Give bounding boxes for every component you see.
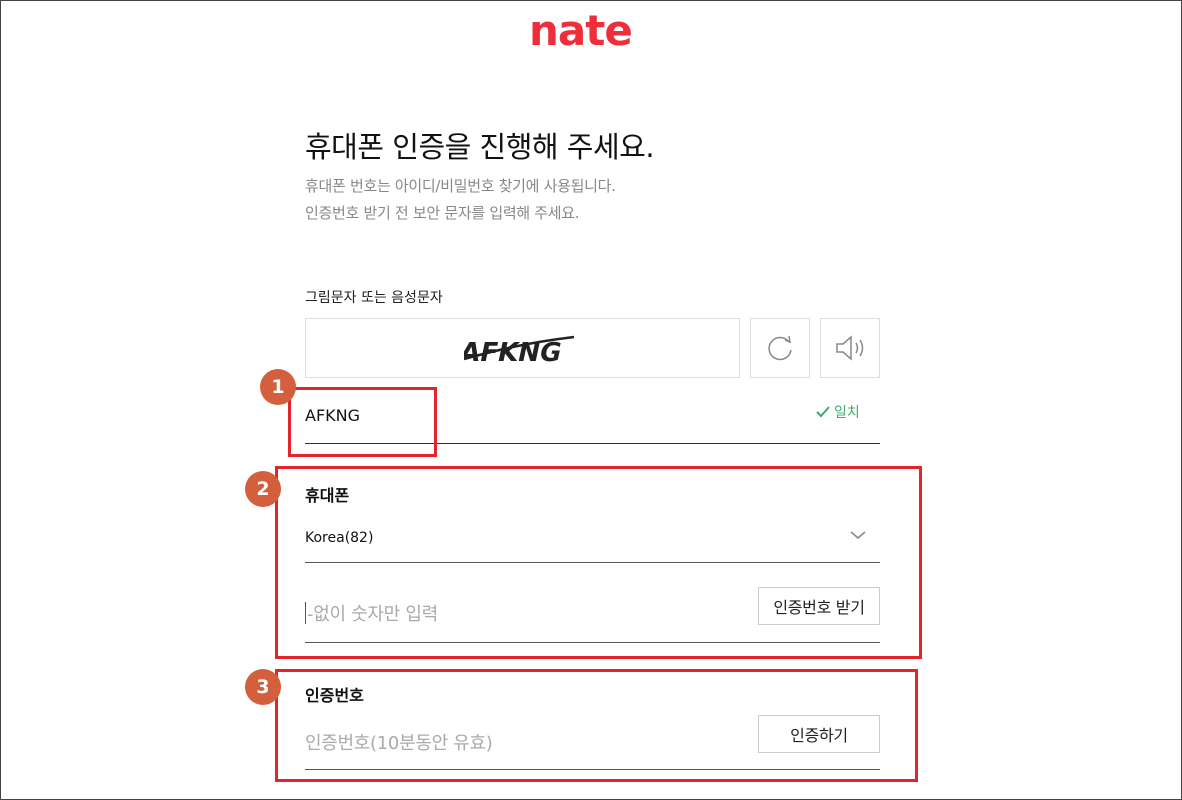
nate-logo[interactable]: nate bbox=[529, 6, 633, 55]
annotation-box-2 bbox=[275, 466, 922, 659]
captcha-match-status: 일치 bbox=[816, 402, 860, 422]
description-line-2: 인증번호 받기 전 보안 문자를 입력해 주세요. bbox=[305, 204, 580, 222]
captcha-label: 그림문자 또는 음성문자 bbox=[305, 290, 443, 306]
annotation-box-3 bbox=[275, 669, 918, 782]
speaker-icon bbox=[836, 335, 864, 361]
annotation-box-1 bbox=[288, 387, 437, 457]
check-icon bbox=[816, 406, 830, 418]
page-title: 휴대폰 인증을 진행해 주세요. bbox=[305, 130, 655, 164]
captcha-refresh-button[interactable] bbox=[750, 318, 810, 378]
description-line-1: 휴대폰 번호는 아이디/비밀번호 찾기에 사용됩니다. bbox=[305, 177, 616, 195]
annotation-badge-1: 1 bbox=[260, 369, 296, 405]
refresh-icon bbox=[768, 335, 792, 361]
captcha-image-box: AFKNG bbox=[305, 318, 740, 378]
annotation-badge-3: 3 bbox=[245, 669, 281, 705]
match-text: 일치 bbox=[834, 405, 860, 421]
annotation-badge-2: 2 bbox=[245, 471, 281, 507]
captcha-image: AFKNG bbox=[464, 335, 575, 368]
captcha-text: AFKNG bbox=[464, 338, 564, 368]
captcha-audio-button[interactable] bbox=[820, 318, 880, 378]
